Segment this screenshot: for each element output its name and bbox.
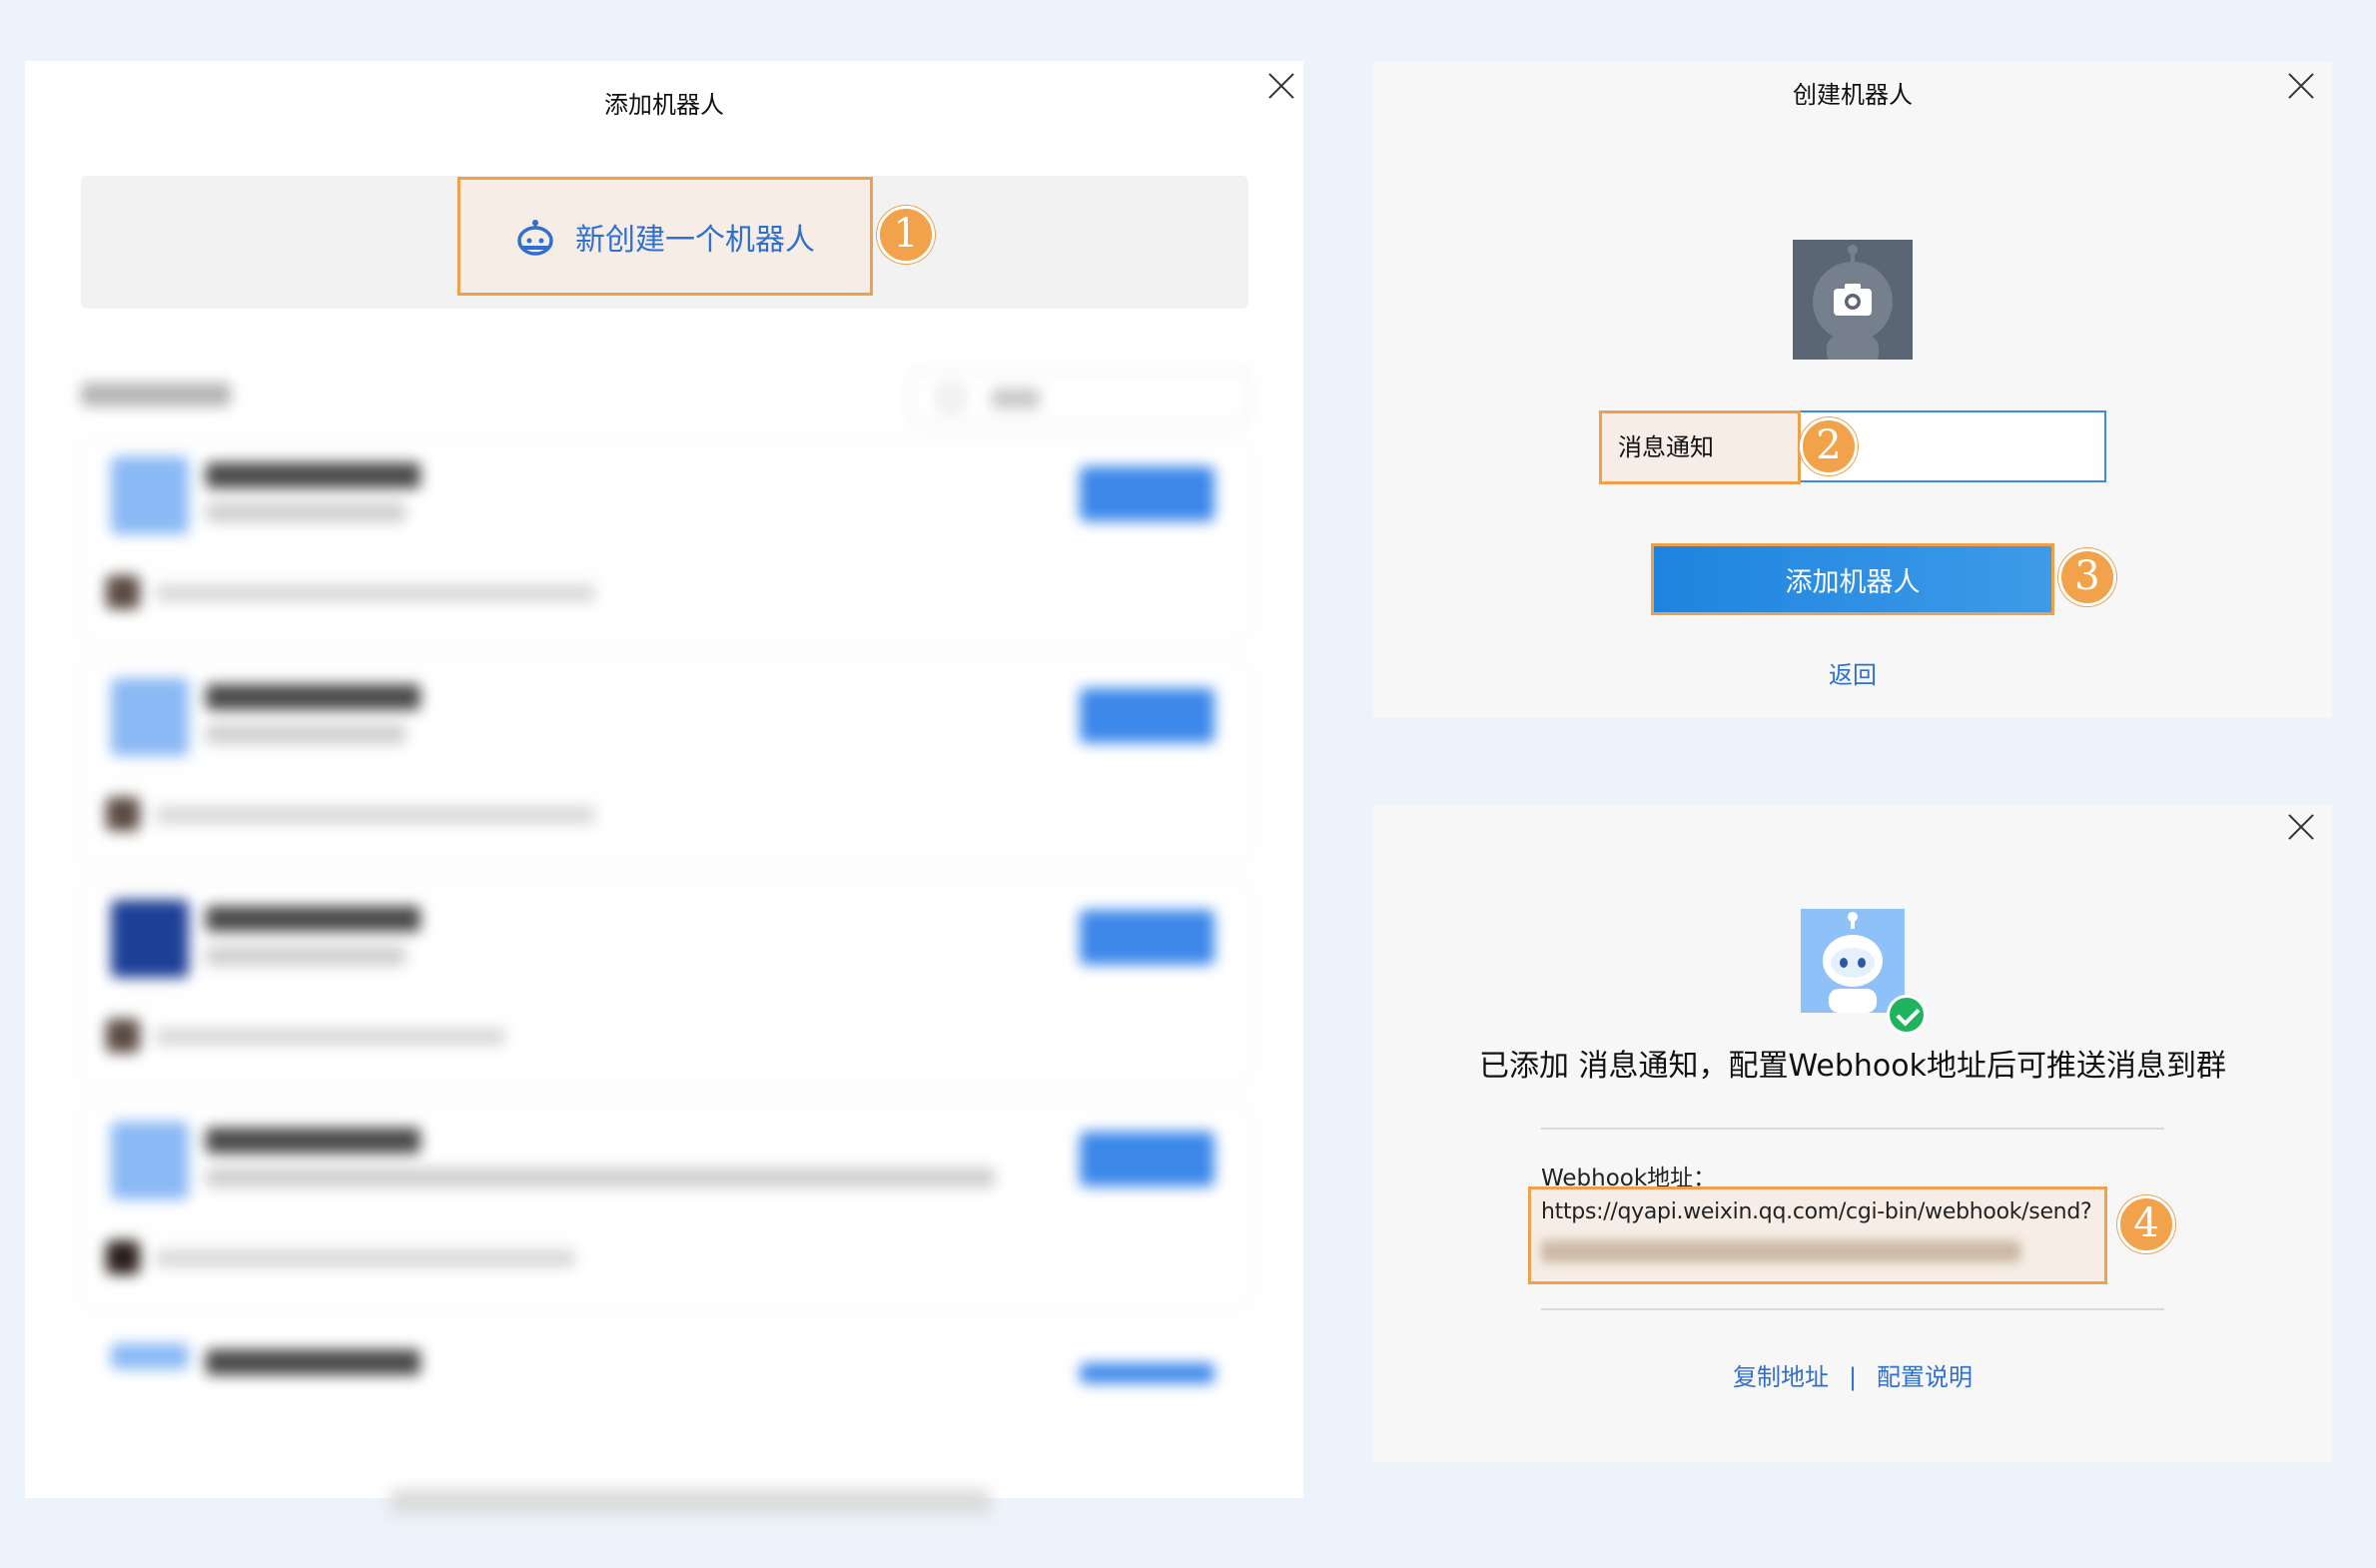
item-name [206,1128,420,1154]
item-desc [206,1168,995,1187]
step-badge-1: 1 [877,206,935,264]
list-item [81,662,1248,862]
robot-name-label: 消息通知 [1599,410,1801,484]
avatar [106,1019,140,1053]
step-badge-2: 2 [1800,417,1858,475]
add-button[interactable] [1080,466,1214,521]
divider [111,560,1218,561]
list-item [81,1106,1248,1305]
avatar [111,678,189,756]
step-badge-3: 3 [2058,548,2116,606]
avatar [111,1343,189,1369]
list-header [81,361,1249,430]
avatar [111,900,189,978]
add-button[interactable] [1080,910,1214,965]
config-help-link[interactable]: 配置说明 [1877,1363,1973,1391]
avatar [111,1122,189,1199]
add-robot-button[interactable]: 添加机器人 [1651,543,2054,615]
item-name [206,1349,420,1375]
item-meta [156,584,595,602]
list-heading [81,383,231,406]
divider [111,1225,1218,1226]
item-name [206,684,420,710]
create-new-robot-label: 新创建一个机器人 [575,222,815,258]
item-meta [156,806,595,824]
webhook-url-box[interactable]: https://qyapi.weixin.qq.com/cgi-bin/webh… [1528,1186,2107,1284]
create-robot-dialog: 创建机器人 消息通知 2 添加机器人 3 返回 [1373,61,2332,718]
add-robot-dialog: 添加机器人 新创建一个机器人 1 [25,61,1303,1515]
close-icon[interactable] [1266,71,1296,101]
item-name [206,462,420,488]
search-input[interactable] [910,369,1249,424]
robot-icon [1801,909,1905,1013]
avatar [106,1240,140,1274]
result-links: 复制地址 | 配置说明 [1373,1357,2332,1392]
add-button[interactable] [1080,1132,1214,1186]
avatar [106,575,140,609]
robot-list-blurred [81,361,1249,1515]
avatar [106,797,140,831]
link-separator: | [1848,1363,1858,1391]
item-meta [156,1028,505,1046]
robot-icon [1793,240,1913,360]
check-icon [1887,995,1927,1035]
item-meta [156,1249,575,1267]
close-icon[interactable] [2286,71,2316,101]
robot-added-dialog: 已添加 消息通知，配置Webhook地址后可推送消息到群 Webhook地址： … [1373,805,2332,1462]
list-item [81,884,1248,1084]
divider [1541,1128,2164,1130]
add-button[interactable] [1080,688,1214,743]
list-footer-note [391,1489,990,1515]
dialog-title: 添加机器人 [604,91,724,119]
add-button[interactable] [1080,1363,1214,1383]
item-desc [206,724,405,744]
item-desc [206,502,405,522]
close-icon[interactable] [2286,812,2316,842]
robot-avatar [1801,909,1905,1013]
copy-address-link[interactable]: 复制地址 [1733,1363,1829,1391]
divider [1541,1308,2164,1310]
create-new-robot-button[interactable]: 新创建一个机器人 [457,177,873,296]
divider [111,1004,1218,1005]
divider [111,782,1218,783]
step-badge-4: 4 [2117,1195,2175,1253]
robot-avatar-upload[interactable] [1793,240,1913,360]
list-item [81,1327,1248,1387]
webhook-url[interactable]: https://qyapi.weixin.qq.com/cgi-bin/webh… [1541,1199,2094,1224]
list-item [81,440,1248,640]
item-desc [206,946,405,966]
added-message: 已添加 消息通知，配置Webhook地址后可推送消息到群 [1478,1049,2227,1084]
dialog-title: 创建机器人 [1793,81,1913,109]
webhook-key-blurred [1541,1240,2020,1262]
back-link[interactable]: 返回 [1373,655,2332,690]
avatar [111,456,189,534]
item-name [206,906,420,932]
robot-icon [517,219,553,256]
